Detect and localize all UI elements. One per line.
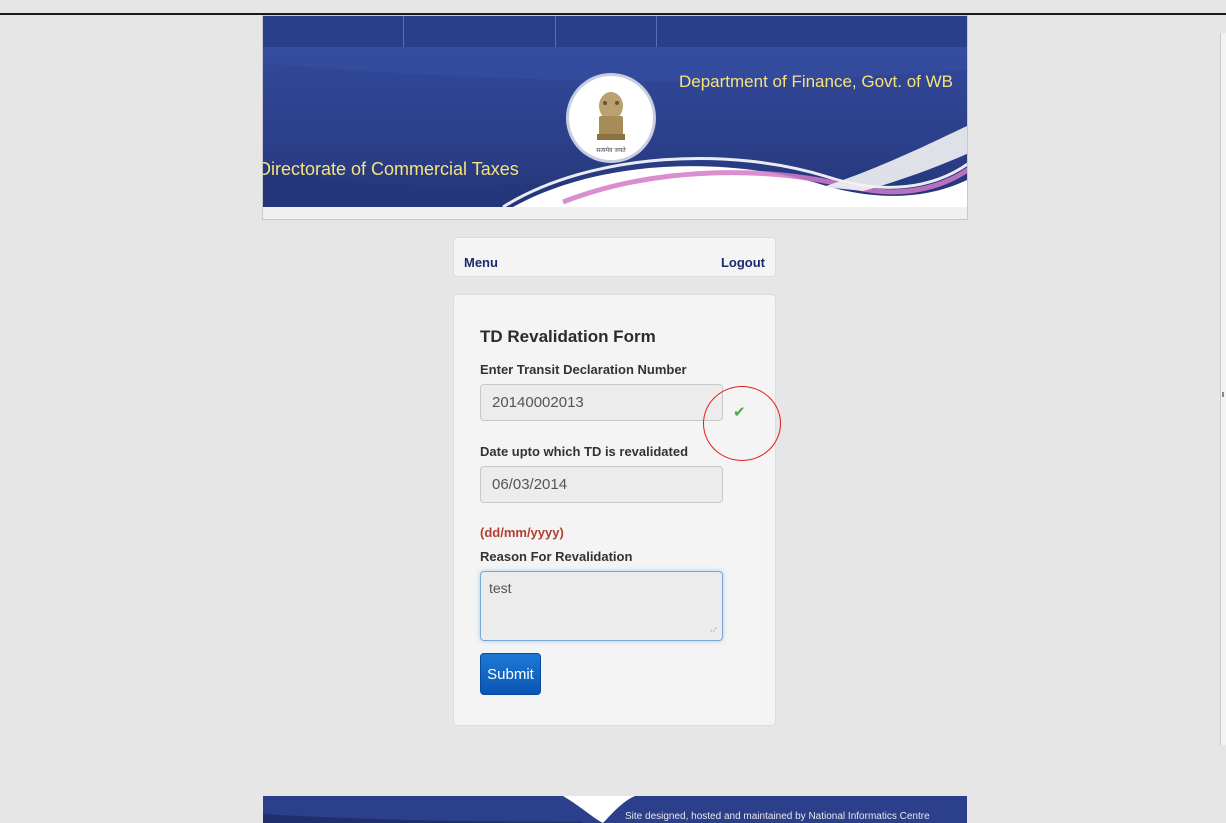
reason-label: Reason For Revalidation bbox=[480, 549, 633, 564]
emblem-icon: सत्यमेव जयते bbox=[571, 78, 651, 158]
td-number-label: Enter Transit Declaration Number bbox=[480, 362, 687, 377]
header-nav-cell bbox=[556, 16, 657, 47]
emblem-motto: सत्यमेव जयते bbox=[596, 146, 626, 154]
header-nav-cell bbox=[404, 16, 556, 47]
reason-textarea[interactable]: test bbox=[480, 571, 723, 641]
date-format-hint: (dd/mm/yyyy) bbox=[480, 525, 564, 540]
submit-button[interactable]: Submit bbox=[480, 653, 541, 695]
department-title: Department of Finance, Govt. of WB bbox=[679, 72, 954, 91]
header-nav-cell bbox=[657, 16, 967, 47]
header-graphic-area: Department of Finance, Govt. of WB Direc… bbox=[263, 47, 967, 207]
top-menu-bar: Menu Logout bbox=[453, 237, 776, 277]
header-nav-strip bbox=[263, 16, 967, 47]
site-footer: Site designed, hosted and maintained by … bbox=[263, 796, 967, 823]
directorate-title: Directorate of Commercial Taxes bbox=[263, 159, 519, 179]
vertical-scrollbar[interactable] bbox=[1220, 33, 1226, 745]
logout-link[interactable]: Logout bbox=[721, 255, 765, 270]
annotation-circle bbox=[703, 386, 781, 461]
menu-link[interactable]: Menu bbox=[464, 255, 498, 270]
resize-grip-icon[interactable]: ⠠⠔ bbox=[707, 626, 718, 634]
state-emblem-logo: सत्यमेव जयते bbox=[569, 76, 653, 160]
td-number-input[interactable] bbox=[480, 384, 723, 421]
site-header-banner: Department of Finance, Govt. of WB Direc… bbox=[262, 15, 968, 220]
form-title: TD Revalidation Form bbox=[480, 327, 656, 346]
revalidation-date-label: Date upto which TD is revalidated bbox=[480, 444, 689, 459]
header-nav-cell bbox=[263, 16, 404, 47]
revalidation-date-input[interactable] bbox=[480, 466, 723, 503]
footer-credit: Site designed, hosted and maintained by … bbox=[625, 811, 930, 822]
td-revalidation-card: TD Revalidation Form Enter Transit Decla… bbox=[453, 294, 776, 726]
scrollbar-thumb-marker[interactable] bbox=[1222, 392, 1224, 397]
